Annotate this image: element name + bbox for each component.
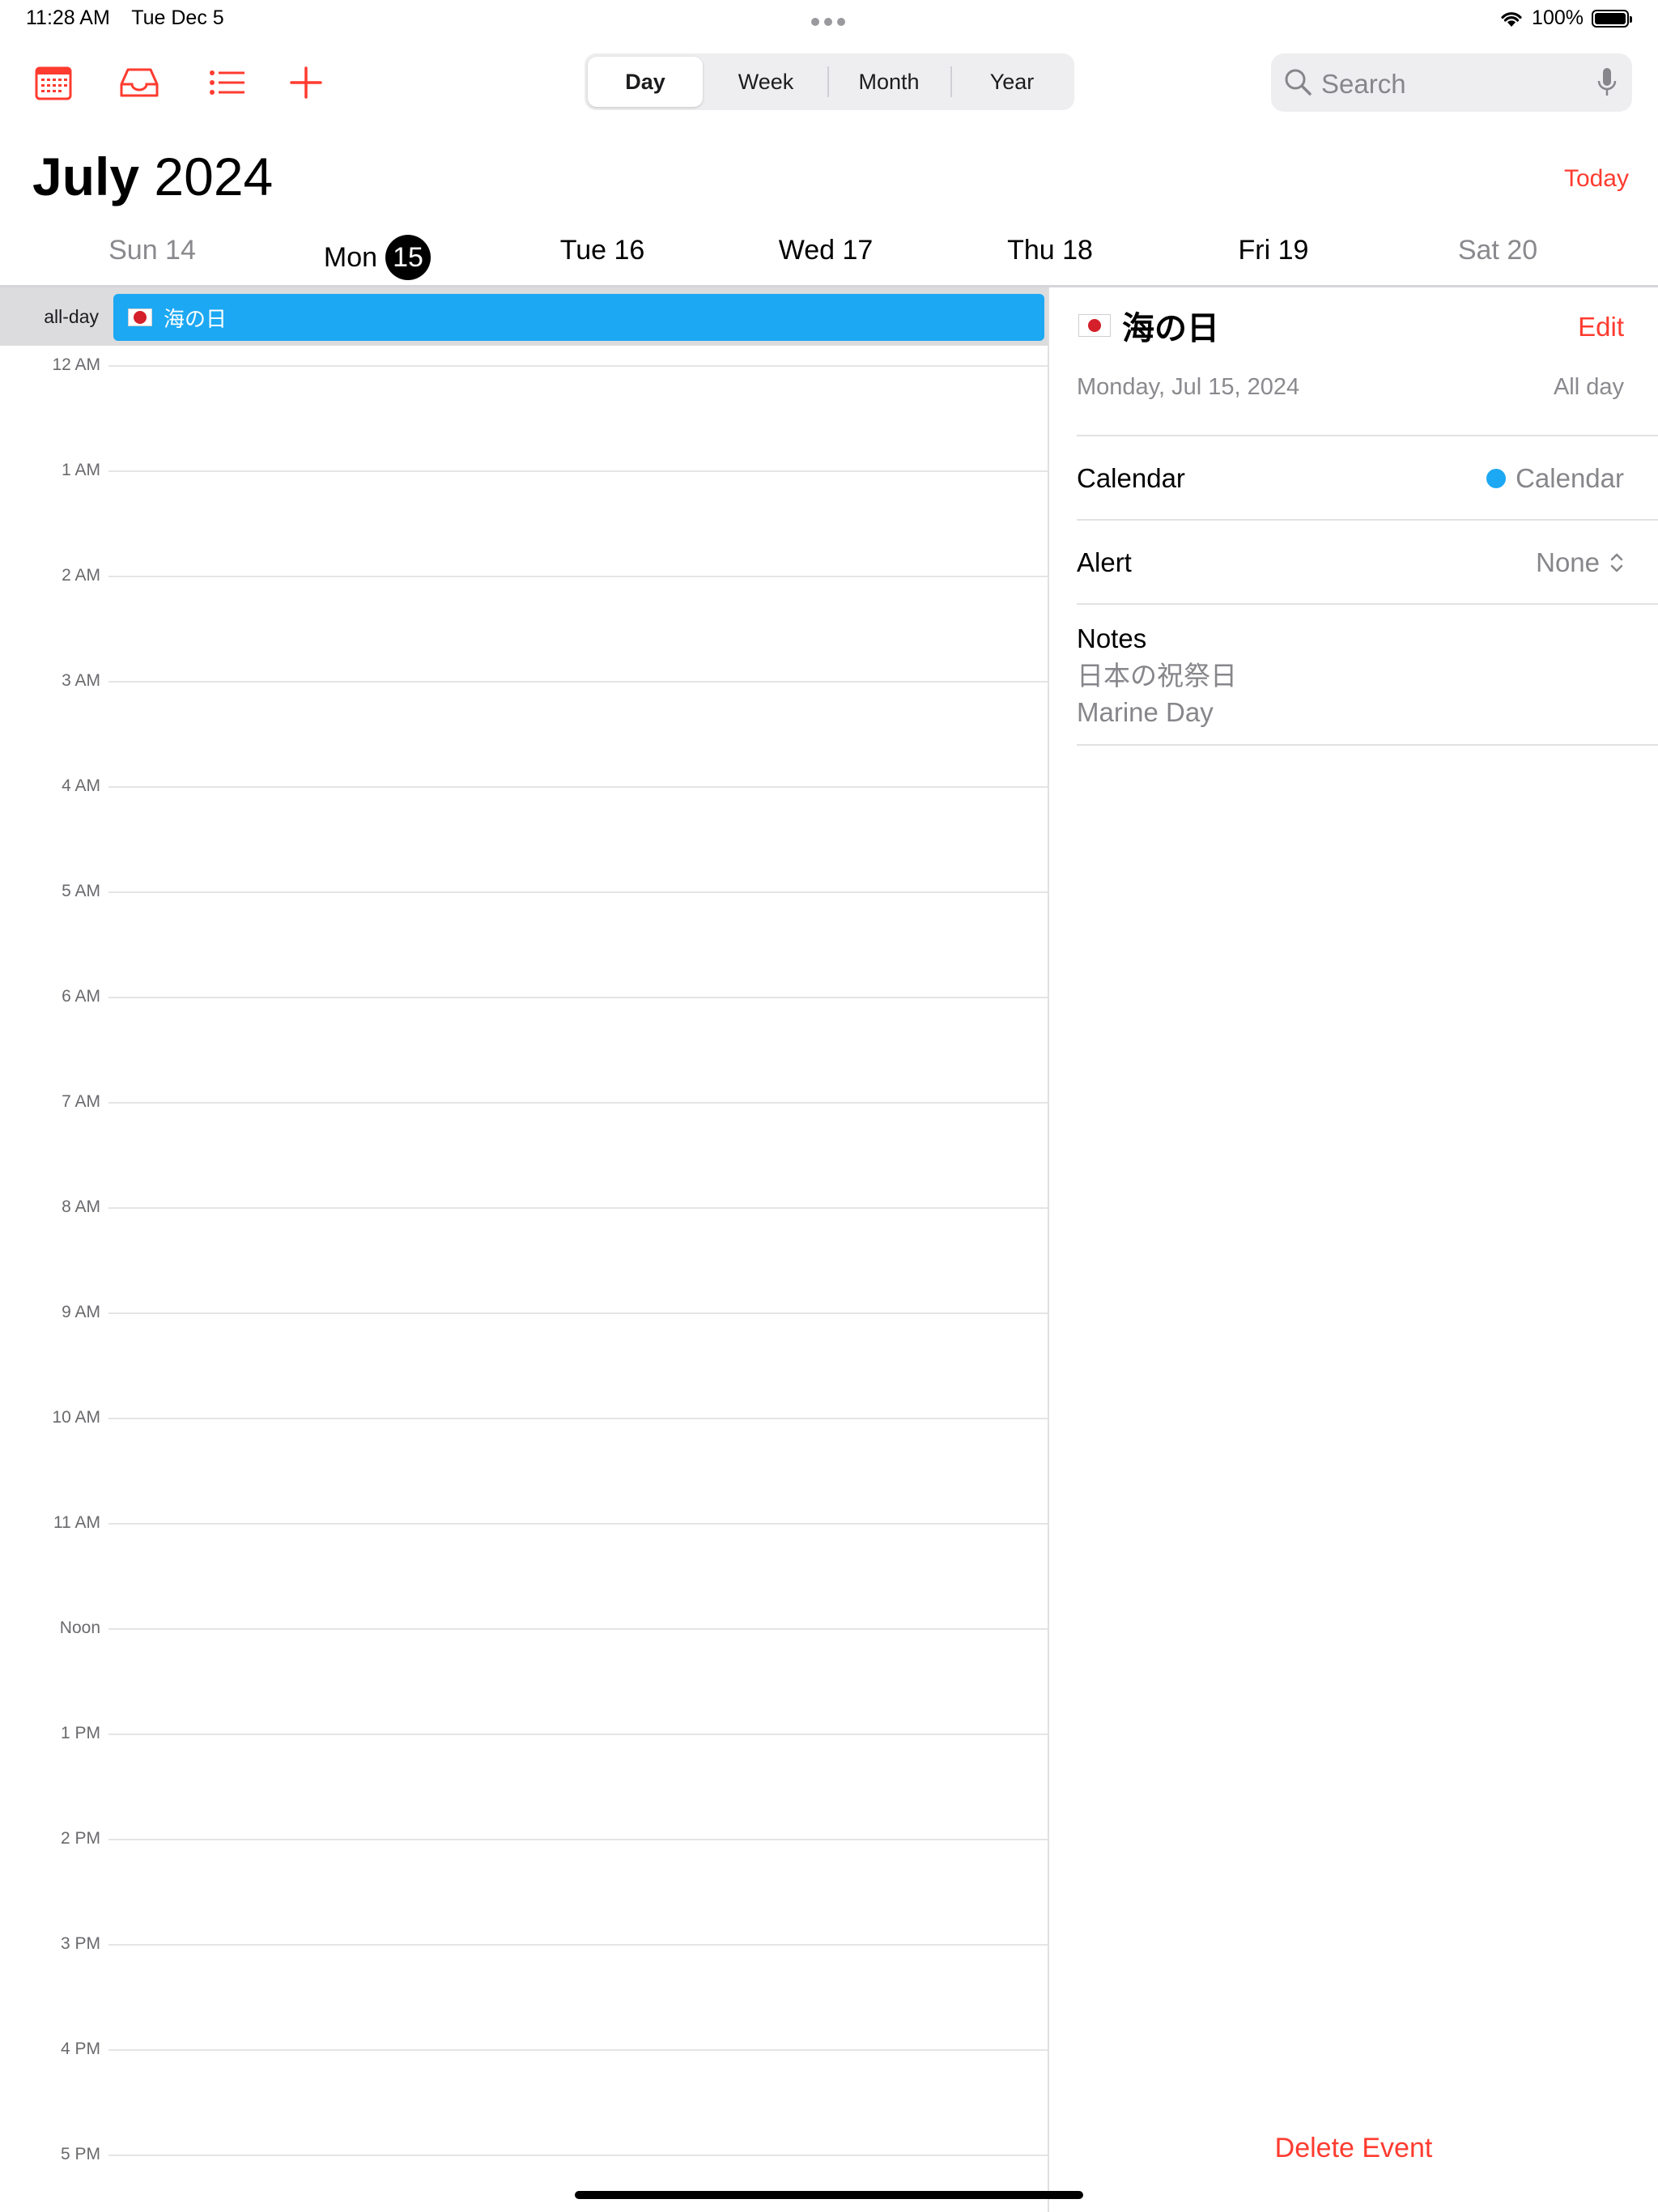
event-date: Monday, Jul 15, 2024 xyxy=(1077,374,1300,400)
today-button[interactable]: Today xyxy=(1564,165,1629,193)
event-title-text: 海の日 xyxy=(1122,311,1219,347)
status-bar-left: 11:28 AM Tue Dec 5 xyxy=(26,6,240,30)
today-day-number: 15 xyxy=(385,235,432,280)
edit-button[interactable]: Edit xyxy=(1578,312,1624,342)
year: 2024 xyxy=(154,147,274,206)
alert-selector[interactable]: None xyxy=(1536,547,1624,578)
hour-label: 3 PM xyxy=(60,1934,100,1953)
hour-gridline xyxy=(108,365,1049,367)
calendar-color-dot xyxy=(1486,469,1507,488)
hour-gridline xyxy=(108,576,1049,577)
hour-label: 2 AM xyxy=(62,566,100,585)
list-icon[interactable] xyxy=(206,63,248,102)
day-header-thu[interactable]: Thu 18 xyxy=(945,235,1155,266)
all-day-event[interactable]: 海の日 xyxy=(113,294,1044,341)
hour-label: 5 AM xyxy=(62,882,100,900)
day-header-sun[interactable]: Sun 14 xyxy=(47,235,257,266)
notes-label: Notes xyxy=(1077,623,1147,653)
hour-gridline xyxy=(108,1418,1049,1419)
hour-gridline xyxy=(108,2049,1049,2051)
search-icon xyxy=(1285,69,1312,96)
all-day-event-title: 海の日 xyxy=(164,306,227,331)
event-detail-title: 海の日 xyxy=(1078,302,1219,349)
hour-gridline xyxy=(108,997,1049,998)
hour-gridline xyxy=(108,1207,1049,1209)
hour-gridline xyxy=(108,786,1049,788)
event-all-day: All day xyxy=(1553,374,1624,400)
hour-gridline xyxy=(108,681,1049,683)
delete-event-button[interactable]: Delete Event xyxy=(1049,2133,1658,2164)
hour-label: Noon xyxy=(59,1619,100,1637)
hour-label: 1 AM xyxy=(62,461,100,479)
month-year-title: July 2024 xyxy=(32,146,273,207)
hour-label: 11 AM xyxy=(53,1513,100,1532)
hour-label: 7 AM xyxy=(62,1092,100,1111)
hour-label: 6 AM xyxy=(62,987,100,1006)
hour-label: 12 AM xyxy=(52,355,100,374)
day-header-mon-label: Mon xyxy=(323,242,378,273)
add-icon[interactable] xyxy=(285,63,327,102)
hour-label: 1 PM xyxy=(60,1724,100,1742)
hour-gridline xyxy=(108,1102,1049,1104)
notes-content[interactable]: 日本の祝祭日 Marine Day xyxy=(1077,657,1237,730)
hour-gridline xyxy=(108,1839,1049,1840)
status-time: 11:28 AM xyxy=(26,6,110,29)
divider xyxy=(1077,519,1658,521)
hour-label: 10 AM xyxy=(52,1408,100,1427)
multitasking-dots[interactable] xyxy=(811,18,847,28)
day-header-mon[interactable]: Mon 15 xyxy=(272,235,483,280)
divider xyxy=(1077,744,1658,746)
battery-icon xyxy=(1592,9,1632,28)
search-placeholder: Search xyxy=(1321,69,1406,99)
status-bar-right: 100% xyxy=(1499,6,1632,30)
notes-line: Marine Day xyxy=(1077,697,1214,727)
day-header-sat[interactable]: Sat 20 xyxy=(1392,235,1603,266)
hour-gridline xyxy=(108,470,1049,472)
view-segmented-control: Day Week Month Year xyxy=(585,53,1074,110)
calendar-row-value[interactable]: Calendar xyxy=(1486,463,1624,494)
wifi-icon xyxy=(1501,11,1522,27)
divider xyxy=(1077,603,1658,605)
tab-year[interactable]: Year xyxy=(954,57,1070,107)
microphone-icon[interactable] xyxy=(1596,66,1618,99)
calendar-name: Calendar xyxy=(1516,463,1624,493)
panel-divider xyxy=(1048,287,1049,2212)
search-field[interactable]: Search xyxy=(1271,53,1632,112)
tab-week[interactable]: Week xyxy=(708,57,824,107)
hour-gridline xyxy=(108,891,1049,893)
japan-flag-icon xyxy=(128,308,152,326)
calendar-icon[interactable] xyxy=(32,63,74,102)
day-header-tue[interactable]: Tue 16 xyxy=(497,235,708,266)
tab-month[interactable]: Month xyxy=(831,57,947,107)
hour-label: 5 PM xyxy=(60,2145,100,2163)
hour-gridline xyxy=(108,1523,1049,1525)
tab-day[interactable]: Day xyxy=(588,57,703,107)
day-header-wed[interactable]: Wed 17 xyxy=(721,235,931,266)
battery-percent: 100% xyxy=(1532,6,1584,29)
day-header-fri[interactable]: Fri 19 xyxy=(1168,235,1379,266)
calendar-row-label: Calendar xyxy=(1077,463,1185,493)
inbox-icon[interactable] xyxy=(118,63,160,102)
all-day-label: all-day xyxy=(44,306,99,327)
divider xyxy=(1077,435,1658,436)
hour-gridline xyxy=(108,1733,1049,1735)
hour-gridline xyxy=(108,1312,1049,1314)
hour-label: 4 AM xyxy=(62,776,100,795)
alert-row-label: Alert xyxy=(1077,547,1132,577)
notes-line: 日本の祝祭日 xyxy=(1077,661,1237,691)
hour-label: 3 AM xyxy=(62,671,100,690)
status-date: Tue Dec 5 xyxy=(131,6,224,29)
japan-flag-icon xyxy=(1078,314,1111,337)
alert-value: None xyxy=(1536,547,1600,577)
hour-gridline xyxy=(108,2155,1049,2156)
month-name: July xyxy=(32,147,140,206)
hour-label: 9 AM xyxy=(62,1303,100,1321)
hour-label: 8 AM xyxy=(62,1197,100,1216)
hour-gridline xyxy=(108,1944,1049,1946)
hour-label: 4 PM xyxy=(60,2040,100,2058)
chevron-up-down-icon xyxy=(1610,553,1623,572)
hour-gridline xyxy=(108,1628,1049,1630)
home-indicator[interactable] xyxy=(575,2191,1083,2199)
hour-label: 2 PM xyxy=(60,1829,100,1848)
